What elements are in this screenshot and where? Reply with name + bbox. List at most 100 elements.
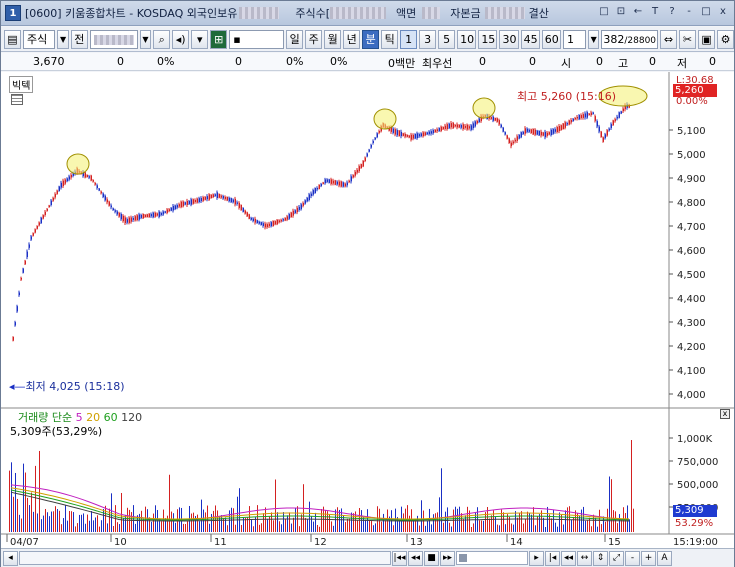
fit-icon[interactable]: ⤢ <box>609 550 624 566</box>
help-icon[interactable]: ? <box>665 5 679 19</box>
candle-body <box>554 129 556 132</box>
candle-body <box>530 129 532 134</box>
volume-bar <box>285 519 286 532</box>
scroll-right-icon[interactable]: ▸ <box>529 550 544 566</box>
restore-icon[interactable]: □ <box>597 5 611 19</box>
text-icon[interactable]: T <box>648 5 662 19</box>
candle-body <box>532 128 534 135</box>
candle-body <box>236 202 238 204</box>
candle-body <box>120 213 122 220</box>
zoom-in-icon[interactable]: + <box>641 550 656 566</box>
candle-body <box>194 200 196 203</box>
horizontal-scrollbar[interactable] <box>19 551 391 565</box>
slider-thumb[interactable] <box>459 554 467 562</box>
horizontal-zoom-icon[interactable]: ↔ <box>577 550 592 566</box>
candle-body <box>336 181 338 185</box>
candle-body <box>376 133 378 138</box>
scroll-left-icon[interactable]: ◂ <box>3 550 18 566</box>
volume-bar <box>119 524 120 532</box>
panel-grid-icon[interactable] <box>11 94 23 105</box>
candle-body <box>96 185 98 188</box>
chart-canvas[interactable]: 5,100 5,000 4,900 4,800 4,700 4,600 4,500 4,400… <box>1 72 734 548</box>
unit-input[interactable]: 1 <box>562 29 586 49</box>
first-icon[interactable]: |◂◂ <box>392 550 407 566</box>
date-tick-label: 04/07 <box>10 537 39 548</box>
minute-3[interactable]: 3 <box>419 29 437 49</box>
back-icon[interactable]: ◂◂ <box>561 550 576 566</box>
candle-body <box>300 204 302 210</box>
minute-30[interactable]: 30 <box>499 29 519 49</box>
period-tick[interactable]: 틱 <box>381 29 399 49</box>
volume-bar <box>523 523 524 532</box>
candle-body <box>464 125 466 128</box>
dropdown-small-icon[interactable]: ▾ <box>191 29 209 49</box>
date-tick-label: 10 <box>114 537 127 548</box>
volume-bar <box>513 524 514 532</box>
stock-code-input[interactable] <box>89 29 138 49</box>
candle-body <box>404 133 406 137</box>
count-input[interactable]: 382/28800 <box>601 29 659 49</box>
market-select[interactable]: 주식 <box>23 29 56 49</box>
minute-15[interactable]: 15 <box>478 29 498 49</box>
rewind-icon[interactable]: ◂◂ <box>408 550 423 566</box>
link-icon[interactable]: ⊞ <box>210 29 228 49</box>
minute-5[interactable]: 5 <box>438 29 456 49</box>
layout-icon[interactable]: ⊡ <box>614 5 628 19</box>
zoom-out-icon[interactable]: - <box>625 550 640 566</box>
settings-icon[interactable]: ⚙ <box>717 29 735 49</box>
chart-area[interactable]: 5,100 5,000 4,900 4,800 4,700 4,600 4,500 4,400… <box>1 72 734 548</box>
speed-slider[interactable] <box>456 551 528 565</box>
fast-forward-icon[interactable]: ▸▸ <box>440 550 455 566</box>
chevron-down-icon[interactable]: ▼ <box>587 29 600 49</box>
volume-bar <box>259 524 260 532</box>
candle-body <box>280 219 282 222</box>
period-month[interactable]: 월 <box>324 29 342 49</box>
zoom-icon[interactable]: ⇔ <box>660 29 678 49</box>
maximize-icon[interactable]: □ <box>699 5 713 19</box>
minute-60[interactable]: 60 <box>541 29 561 49</box>
auto-scale-icon[interactable]: A <box>657 550 672 566</box>
candle-body <box>528 129 530 132</box>
volume-bar <box>527 511 528 532</box>
candle-body <box>282 219 284 221</box>
candle-body <box>338 181 340 186</box>
period-day[interactable]: 일 <box>286 29 304 49</box>
period-year[interactable]: 년 <box>343 29 361 49</box>
volume-bar <box>351 512 352 532</box>
period-week[interactable]: 주 <box>305 29 323 49</box>
candle-body <box>504 132 506 135</box>
candle-body <box>170 207 172 211</box>
chevron-down-icon[interactable]: ▼ <box>57 29 69 49</box>
volume-bar <box>435 513 436 532</box>
back-icon[interactable]: ← <box>631 5 645 19</box>
volume-bar <box>289 512 290 532</box>
home-icon[interactable]: |◂ <box>545 550 560 566</box>
minute-10[interactable]: 10 <box>457 29 477 49</box>
minute-1[interactable]: 1 <box>400 29 418 49</box>
stock-name-input[interactable]: ▪ <box>229 29 285 49</box>
minimize-icon[interactable]: - <box>682 5 696 19</box>
tools-icon[interactable]: ✂ <box>679 29 697 49</box>
minute-45[interactable]: 45 <box>520 29 540 49</box>
close-icon[interactable]: x <box>716 5 730 19</box>
volume-bar <box>257 505 258 532</box>
chevron-down-icon[interactable]: ▼ <box>139 29 152 49</box>
close-icon[interactable]: x <box>720 409 730 419</box>
volume-bar <box>569 506 570 532</box>
save-icon[interactable]: ▣ <box>698 29 716 49</box>
speaker-icon[interactable]: ◂) <box>172 29 190 49</box>
candle-body <box>200 198 202 202</box>
volume-bar <box>211 513 212 532</box>
candle-body <box>460 125 462 128</box>
menu-icon[interactable]: ▤ <box>4 29 21 49</box>
volume-bar <box>237 496 238 532</box>
volume-bar <box>551 518 552 532</box>
search-icon[interactable]: ⌕ <box>153 29 171 49</box>
prev-button[interactable]: 전 <box>70 29 88 49</box>
volume-bar <box>197 514 198 532</box>
candle-body <box>48 205 50 208</box>
volume-bar <box>459 506 460 532</box>
vertical-zoom-icon[interactable]: ⇕ <box>593 550 608 566</box>
stop-icon[interactable]: ■ <box>424 550 439 566</box>
period-minute[interactable]: 분 <box>362 29 380 49</box>
